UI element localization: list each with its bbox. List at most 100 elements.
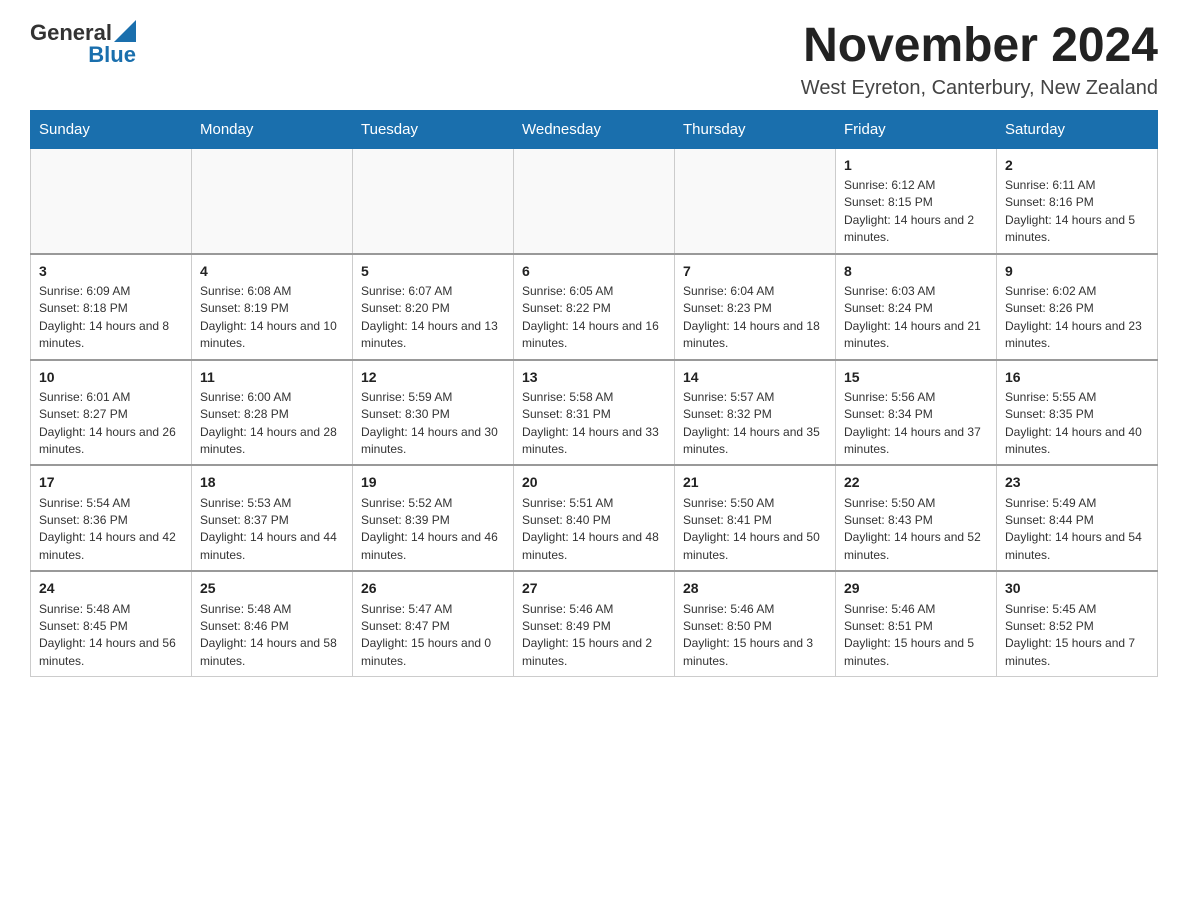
day-number: 20 — [522, 472, 666, 492]
calendar-day-cell: 13Sunrise: 5:58 AMSunset: 8:31 PMDayligh… — [514, 360, 675, 466]
day-info: Sunrise: 6:05 AMSunset: 8:22 PMDaylight:… — [522, 283, 666, 353]
day-info: Sunrise: 5:48 AMSunset: 8:45 PMDaylight:… — [39, 601, 183, 671]
calendar-day-cell — [514, 148, 675, 253]
day-info: Sunrise: 5:56 AMSunset: 8:34 PMDaylight:… — [844, 389, 988, 459]
day-info: Sunrise: 5:46 AMSunset: 8:51 PMDaylight:… — [844, 601, 988, 671]
weekday-header-row: SundayMondayTuesdayWednesdayThursdayFrid… — [31, 110, 1158, 148]
day-number: 11 — [200, 367, 344, 387]
calendar-day-cell: 11Sunrise: 6:00 AMSunset: 8:28 PMDayligh… — [192, 360, 353, 466]
weekday-header-saturday: Saturday — [997, 110, 1158, 148]
calendar-day-cell: 17 Sunrise: 5:54 AMSunset: 8:36 PMDayligh… — [31, 465, 192, 571]
calendar-day-cell: 28 Sunrise: 5:46 AMSunset: 8:50 PMDayligh… — [675, 571, 836, 676]
day-number: 4 — [200, 261, 344, 281]
day-info: Sunrise: 6:08 AMSunset: 8:19 PMDaylight:… — [200, 283, 344, 353]
calendar-day-cell — [31, 148, 192, 253]
day-info: Sunrise: 5:51 AMSunset: 8:40 PMDaylight:… — [522, 495, 666, 565]
calendar-day-cell — [675, 148, 836, 253]
weekday-header-monday: Monday — [192, 110, 353, 148]
calendar-day-cell: 14Sunrise: 5:57 AMSunset: 8:32 PMDayligh… — [675, 360, 836, 466]
calendar-week-row: 17 Sunrise: 5:54 AMSunset: 8:36 PMDayligh… — [31, 465, 1158, 571]
day-number: 15 — [844, 367, 988, 387]
calendar-day-cell: 2Sunrise: 6:11 AMSunset: 8:16 PMDaylight… — [997, 148, 1158, 253]
calendar-day-cell: 18Sunrise: 5:53 AMSunset: 8:37 PMDayligh… — [192, 465, 353, 571]
day-info: Sunrise: 5:49 AMSunset: 8:44 PMDaylight:… — [1005, 495, 1149, 565]
calendar-day-cell: 25 Sunrise: 5:48 AMSunset: 8:46 PMDayligh… — [192, 571, 353, 676]
calendar-day-cell: 8Sunrise: 6:03 AMSunset: 8:24 PMDaylight… — [836, 254, 997, 360]
day-info: Sunrise: 6:11 AMSunset: 8:16 PMDaylight:… — [1005, 177, 1149, 247]
day-number: 23 — [1005, 472, 1149, 492]
day-info: Sunrise: 5:45 AMSunset: 8:52 PMDaylight:… — [1005, 601, 1149, 671]
calendar-day-cell: 24 Sunrise: 5:48 AMSunset: 8:45 PMDayligh… — [31, 571, 192, 676]
day-number: 27 — [522, 578, 666, 598]
day-number: 5 — [361, 261, 505, 281]
day-info: Sunrise: 5:47 AMSunset: 8:47 PMDaylight:… — [361, 601, 505, 671]
day-number: 13 — [522, 367, 666, 387]
day-number: 28 — [683, 578, 827, 598]
calendar-day-cell: 4Sunrise: 6:08 AMSunset: 8:19 PMDaylight… — [192, 254, 353, 360]
calendar-day-cell: 3Sunrise: 6:09 AMSunset: 8:18 PMDaylight… — [31, 254, 192, 360]
calendar-day-cell: 22Sunrise: 5:50 AMSunset: 8:43 PMDayligh… — [836, 465, 997, 571]
calendar-day-cell: 21 Sunrise: 5:50 AMSunset: 8:41 PMDayligh… — [675, 465, 836, 571]
day-number: 8 — [844, 261, 988, 281]
calendar-day-cell: 6Sunrise: 6:05 AMSunset: 8:22 PMDaylight… — [514, 254, 675, 360]
location-title: West Eyreton, Canterbury, New Zealand — [801, 77, 1158, 100]
weekday-header-tuesday: Tuesday — [353, 110, 514, 148]
day-info: Sunrise: 5:53 AMSunset: 8:37 PMDaylight:… — [200, 495, 344, 565]
day-number: 1 — [844, 155, 988, 175]
title-area: November 2024 West Eyreton, Canterbury, … — [801, 20, 1158, 100]
calendar-day-cell: 19 Sunrise: 5:52 AMSunset: 8:39 PMDayligh… — [353, 465, 514, 571]
day-info: Sunrise: 5:54 AMSunset: 8:36 PMDaylight:… — [39, 495, 183, 565]
calendar-week-row: 10Sunrise: 6:01 AMSunset: 8:27 PMDayligh… — [31, 360, 1158, 466]
day-number: 6 — [522, 261, 666, 281]
calendar-day-cell — [353, 148, 514, 253]
day-info: Sunrise: 5:52 AMSunset: 8:39 PMDaylight:… — [361, 495, 505, 565]
day-info: Sunrise: 6:03 AMSunset: 8:24 PMDaylight:… — [844, 283, 988, 353]
weekday-header-wednesday: Wednesday — [514, 110, 675, 148]
day-number: 17 — [39, 472, 183, 492]
calendar-day-cell: 30 Sunrise: 5:45 AMSunset: 8:52 PMDayligh… — [997, 571, 1158, 676]
calendar-day-cell — [192, 148, 353, 253]
day-info: Sunrise: 5:48 AMSunset: 8:46 PMDaylight:… — [200, 601, 344, 671]
day-info: Sunrise: 6:00 AMSunset: 8:28 PMDaylight:… — [200, 389, 344, 459]
calendar-day-cell: 29 Sunrise: 5:46 AMSunset: 8:51 PMDayligh… — [836, 571, 997, 676]
day-info: Sunrise: 6:04 AMSunset: 8:23 PMDaylight:… — [683, 283, 827, 353]
calendar-day-cell: 1Sunrise: 6:12 AMSunset: 8:15 PMDaylight… — [836, 148, 997, 253]
day-info: Sunrise: 5:57 AMSunset: 8:32 PMDaylight:… — [683, 389, 827, 459]
weekday-header-thursday: Thursday — [675, 110, 836, 148]
weekday-header-friday: Friday — [836, 110, 997, 148]
month-title: November 2024 — [801, 20, 1158, 73]
day-number: 16 — [1005, 367, 1149, 387]
day-info: Sunrise: 5:58 AMSunset: 8:31 PMDaylight:… — [522, 389, 666, 459]
day-number: 10 — [39, 367, 183, 387]
day-number: 14 — [683, 367, 827, 387]
day-number: 9 — [1005, 261, 1149, 281]
calendar-day-cell: 12Sunrise: 5:59 AMSunset: 8:30 PMDayligh… — [353, 360, 514, 466]
weekday-header-sunday: Sunday — [31, 110, 192, 148]
day-number: 25 — [200, 578, 344, 598]
calendar-day-cell: 10Sunrise: 6:01 AMSunset: 8:27 PMDayligh… — [31, 360, 192, 466]
calendar-day-cell: 9Sunrise: 6:02 AMSunset: 8:26 PMDaylight… — [997, 254, 1158, 360]
day-number: 19 — [361, 472, 505, 492]
day-number: 30 — [1005, 578, 1149, 598]
day-info: Sunrise: 6:12 AMSunset: 8:15 PMDaylight:… — [844, 177, 988, 247]
day-number: 29 — [844, 578, 988, 598]
calendar-week-row: 1Sunrise: 6:12 AMSunset: 8:15 PMDaylight… — [31, 148, 1158, 253]
day-info: Sunrise: 5:46 AMSunset: 8:50 PMDaylight:… — [683, 601, 827, 671]
day-number: 24 — [39, 578, 183, 598]
day-info: Sunrise: 6:01 AMSunset: 8:27 PMDaylight:… — [39, 389, 183, 459]
day-info: Sunrise: 6:02 AMSunset: 8:26 PMDaylight:… — [1005, 283, 1149, 353]
calendar-day-cell: 23 Sunrise: 5:49 AMSunset: 8:44 PMDayligh… — [997, 465, 1158, 571]
calendar-week-row: 3Sunrise: 6:09 AMSunset: 8:18 PMDaylight… — [31, 254, 1158, 360]
day-info: Sunrise: 5:50 AMSunset: 8:41 PMDaylight:… — [683, 495, 827, 565]
logo: General Blue — [30, 20, 136, 67]
day-number: 22 — [844, 472, 988, 492]
day-number: 12 — [361, 367, 505, 387]
calendar-table: SundayMondayTuesdayWednesdayThursdayFrid… — [30, 110, 1158, 677]
day-number: 21 — [683, 472, 827, 492]
day-info: Sunrise: 5:59 AMSunset: 8:30 PMDaylight:… — [361, 389, 505, 459]
logo-triangle-icon — [114, 20, 136, 42]
day-number: 26 — [361, 578, 505, 598]
calendar-day-cell: 26 Sunrise: 5:47 AMSunset: 8:47 PMDayligh… — [353, 571, 514, 676]
day-info: Sunrise: 5:46 AMSunset: 8:49 PMDaylight:… — [522, 601, 666, 671]
day-number: 2 — [1005, 155, 1149, 175]
